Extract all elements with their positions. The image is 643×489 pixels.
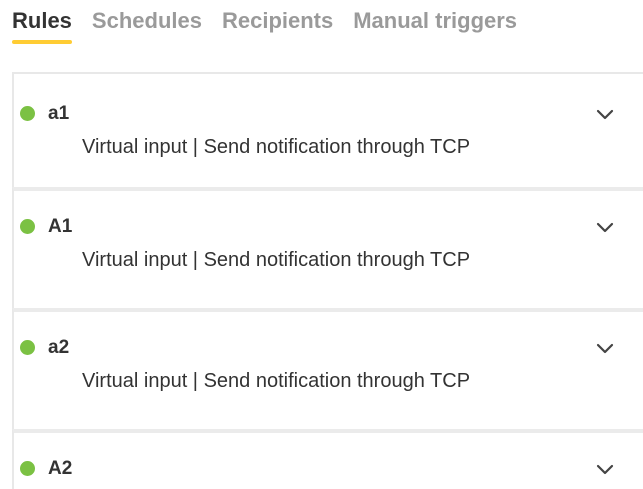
- status-dot-icon: [20, 340, 35, 355]
- tab-manual-triggers[interactable]: Manual triggers: [353, 0, 517, 34]
- chevron-down-icon[interactable]: [596, 463, 614, 477]
- rule-name: a1: [48, 103, 70, 124]
- chevron-down-icon[interactable]: [596, 221, 614, 235]
- rule-description: Virtual input | Send notification throug…: [82, 249, 471, 271]
- rule-description: Virtual input | Send notification throug…: [82, 370, 471, 392]
- rule-card[interactable]: a2 Virtual input | Send notification thr…: [12, 308, 643, 429]
- rule-name: A2: [48, 458, 73, 479]
- tab-schedules[interactable]: Schedules: [92, 0, 202, 34]
- chevron-down-icon[interactable]: [596, 108, 614, 122]
- tab-rules[interactable]: Rules: [12, 0, 72, 44]
- rule-header: a1: [20, 103, 70, 124]
- rule-name: A1: [48, 216, 73, 237]
- tab-recipients[interactable]: Recipients: [222, 0, 333, 34]
- rule-header: A2: [20, 458, 73, 479]
- chevron-down-icon[interactable]: [596, 342, 614, 356]
- rule-card[interactable]: A2: [12, 429, 643, 489]
- status-dot-icon: [20, 461, 35, 476]
- rule-card[interactable]: A1 Virtual input | Send notification thr…: [12, 187, 643, 308]
- tab-bar: Rules Schedules Recipients Manual trigge…: [12, 0, 537, 54]
- status-dot-icon: [20, 219, 35, 234]
- status-dot-icon: [20, 106, 35, 121]
- rule-description: Virtual input | Send notification throug…: [82, 136, 471, 158]
- rule-card[interactable]: a1 Virtual input | Send notification thr…: [12, 72, 643, 187]
- rule-header: a2: [20, 337, 70, 358]
- rule-name: a2: [48, 337, 70, 358]
- rule-header: A1: [20, 216, 73, 237]
- rule-list: a1 Virtual input | Send notification thr…: [12, 72, 643, 489]
